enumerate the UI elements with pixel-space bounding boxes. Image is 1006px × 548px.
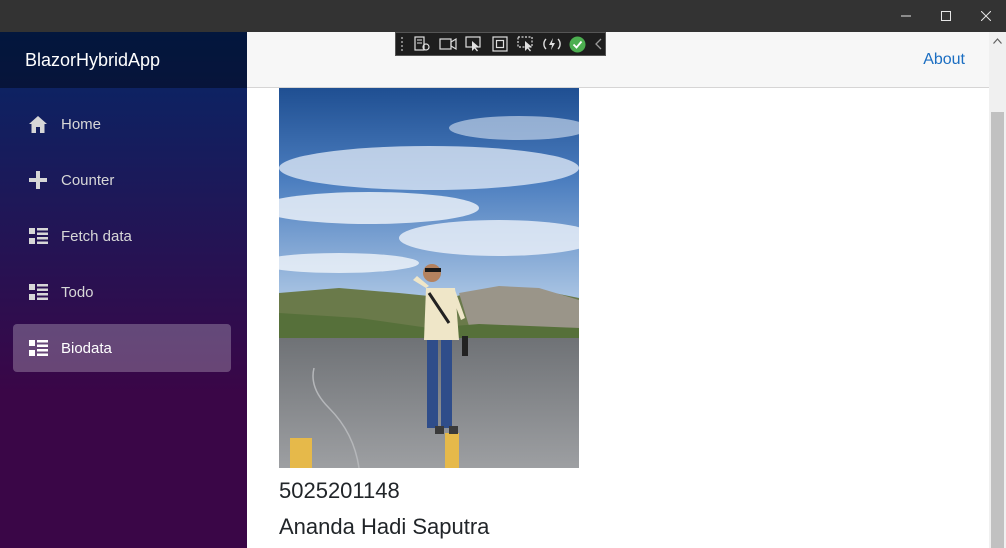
record-button[interactable]: [437, 34, 458, 54]
plus-icon: [28, 170, 48, 190]
display-layout-adorners-icon: [491, 36, 508, 52]
sidebar-item-home[interactable]: Home: [13, 100, 231, 148]
minimize-icon: [901, 15, 911, 17]
select-element-button[interactable]: [463, 34, 484, 54]
display-layout-adorners-button[interactable]: [489, 34, 510, 54]
vertical-scrollbar[interactable]: [989, 32, 1006, 548]
sidebar-item-counter[interactable]: Counter: [13, 156, 231, 204]
chevron-up-icon: [993, 37, 1002, 44]
scroll-up-arrow[interactable]: [989, 32, 1006, 49]
record-icon: [438, 37, 457, 51]
sidebar-item-todo[interactable]: Todo: [13, 268, 231, 316]
select-element-icon: [464, 36, 481, 52]
biodata-photo: [279, 88, 579, 468]
live-visual-tree-icon: [413, 36, 430, 51]
sidebar-item-label: Counter: [61, 171, 115, 189]
about-link[interactable]: About: [923, 51, 965, 69]
nav-menu: Home Counter Fetch data Todo Biodata: [0, 88, 247, 372]
track-focus-button[interactable]: [515, 34, 536, 54]
biodata-nrp: 5025201148: [279, 478, 400, 503]
list-icon: [28, 282, 48, 302]
home-icon: [28, 114, 48, 134]
sidebar-item-label: Home: [61, 115, 102, 133]
close-icon: [981, 11, 991, 21]
collapse-toolbar-button[interactable]: [593, 34, 603, 54]
hot-reload-icon: [542, 38, 561, 50]
sidebar-item-fetch-data[interactable]: Fetch data: [13, 212, 231, 260]
sidebar-item-biodata[interactable]: Biodata: [13, 324, 231, 372]
maximize-button[interactable]: [926, 0, 966, 32]
top-row: About: [247, 32, 989, 88]
sidebar-item-label: Todo: [61, 283, 94, 301]
binding-check-icon: [569, 36, 586, 52]
list-icon: [28, 226, 48, 246]
toolbar-grip[interactable]: [400, 36, 404, 52]
biodata-name: Ananda Hadi Saputra: [279, 514, 490, 539]
hot-reload-button[interactable]: [541, 34, 562, 54]
close-button[interactable]: [966, 0, 1006, 32]
maximize-icon: [941, 11, 951, 21]
track-focus-icon: [516, 36, 533, 52]
app-brand[interactable]: BlazorHybridApp: [25, 50, 160, 71]
sidebar: BlazorHybridApp Home Counter Fetch data …: [0, 32, 247, 548]
debug-toolbar: [395, 32, 606, 56]
binding-check-button[interactable]: [567, 34, 588, 54]
collapse-chevron-icon: [594, 38, 601, 50]
sidebar-item-label: Fetch data: [61, 227, 132, 245]
brand-bar: BlazorHybridApp: [0, 32, 247, 88]
minimize-button[interactable]: [886, 0, 926, 32]
scrollbar-thumb[interactable]: [991, 112, 1004, 548]
live-visual-tree-button[interactable]: [411, 34, 432, 54]
window-titlebar: [0, 0, 1006, 32]
main-content: 5025201148 Ananda Hadi Saputra: [247, 88, 989, 548]
sidebar-item-label: Biodata: [61, 339, 112, 357]
list-icon: [28, 338, 48, 358]
